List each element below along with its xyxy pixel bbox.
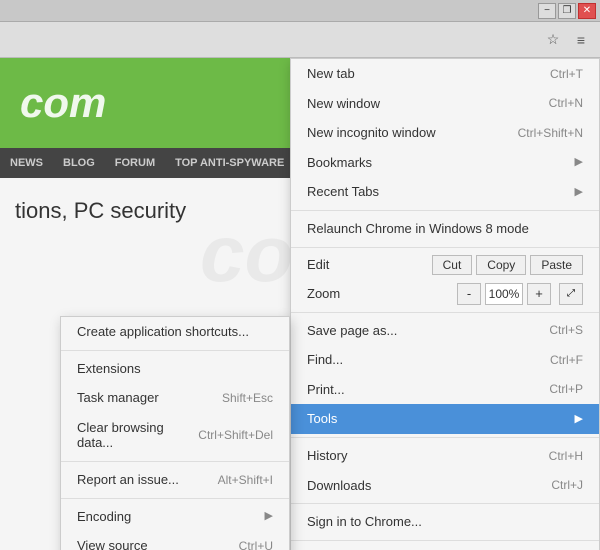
- chrome-menu: New tab Ctrl+T New window Ctrl+N New inc…: [290, 58, 600, 550]
- tools-submenu-item-extensions[interactable]: Extensions: [61, 354, 289, 384]
- menu-separator-1: [291, 210, 599, 211]
- menu-edit-row: Edit Cut Copy Paste: [291, 251, 599, 279]
- bookmark-icon[interactable]: ☆: [542, 29, 564, 51]
- tools-submenu-item-app-shortcuts[interactable]: Create application shortcuts...: [61, 317, 289, 347]
- menu-separator-4: [291, 437, 599, 438]
- edit-label: Edit: [307, 257, 428, 272]
- menu-zoom-row: Zoom - 100% + ⤢: [291, 279, 599, 309]
- browser-toolbar: ☆ ≡: [0, 22, 600, 58]
- tools-submenu-item-view-source[interactable]: View source Ctrl+U: [61, 531, 289, 550]
- window-titlebar: − ❐ ✕: [0, 0, 600, 22]
- menu-item-settings[interactable]: Settings: [291, 544, 599, 550]
- close-button[interactable]: ✕: [578, 3, 596, 19]
- menu-item-downloads[interactable]: Downloads Ctrl+J: [291, 471, 599, 501]
- menu-item-recent-tabs[interactable]: Recent Tabs ▶: [291, 177, 599, 207]
- tools-submenu-separator-2: [61, 461, 289, 462]
- zoom-label: Zoom: [307, 286, 453, 301]
- tools-submenu-item-task-manager[interactable]: Task manager Shift+Esc: [61, 383, 289, 413]
- nav-news[interactable]: NEWS: [10, 157, 43, 169]
- minimize-button[interactable]: −: [538, 3, 556, 19]
- tools-submenu-item-encoding[interactable]: Encoding ▶: [61, 502, 289, 532]
- zoom-fullscreen-button[interactable]: ⤢: [559, 283, 583, 305]
- menu-item-relaunch[interactable]: Relaunch Chrome in Windows 8 mode: [291, 214, 599, 244]
- restore-button[interactable]: ❐: [558, 3, 576, 19]
- website-logo: com: [20, 79, 106, 127]
- nav-blog[interactable]: BLOG: [63, 157, 95, 169]
- menu-item-bookmarks[interactable]: Bookmarks ▶: [291, 148, 599, 178]
- copy-button[interactable]: Copy: [476, 255, 526, 275]
- zoom-plus-button[interactable]: +: [527, 283, 551, 305]
- menu-item-new-window[interactable]: New window Ctrl+N: [291, 89, 599, 119]
- menu-item-history[interactable]: History Ctrl+H: [291, 441, 599, 471]
- browser-content: com NEWS BLOG FORUM TOP ANTI-SPYWARE TOP…: [0, 58, 600, 550]
- menu-item-find[interactable]: Find... Ctrl+F: [291, 345, 599, 375]
- menu-item-print[interactable]: Print... Ctrl+P: [291, 375, 599, 405]
- menu-item-save-page[interactable]: Save page as... Ctrl+S: [291, 316, 599, 346]
- paste-button[interactable]: Paste: [530, 255, 583, 275]
- menu-item-sign-in[interactable]: Sign in to Chrome...: [291, 507, 599, 537]
- menu-separator-5: [291, 503, 599, 504]
- nav-forum[interactable]: FORUM: [115, 157, 155, 169]
- tools-submenu-item-report-issue[interactable]: Report an issue... Alt+Shift+I: [61, 465, 289, 495]
- menu-item-new-incognito[interactable]: New incognito window Ctrl+Shift+N: [291, 118, 599, 148]
- menu-separator-2: [291, 247, 599, 248]
- nav-antispyware[interactable]: TOP ANTI-SPYWARE: [175, 157, 284, 169]
- tools-submenu-separator-3: [61, 498, 289, 499]
- menu-item-tools[interactable]: Tools ▶: [291, 404, 599, 434]
- menu-icon[interactable]: ≡: [570, 29, 592, 51]
- menu-item-new-tab[interactable]: New tab Ctrl+T: [291, 59, 599, 89]
- tools-submenu: Create application shortcuts... Extensio…: [60, 316, 290, 550]
- tools-submenu-item-clear-browsing[interactable]: Clear browsing data... Ctrl+Shift+Del: [61, 413, 289, 458]
- zoom-minus-button[interactable]: -: [457, 283, 481, 305]
- menu-separator-6: [291, 540, 599, 541]
- zoom-value: 100%: [485, 283, 523, 305]
- menu-separator-3: [291, 312, 599, 313]
- cut-button[interactable]: Cut: [432, 255, 473, 275]
- tools-submenu-separator-1: [61, 350, 289, 351]
